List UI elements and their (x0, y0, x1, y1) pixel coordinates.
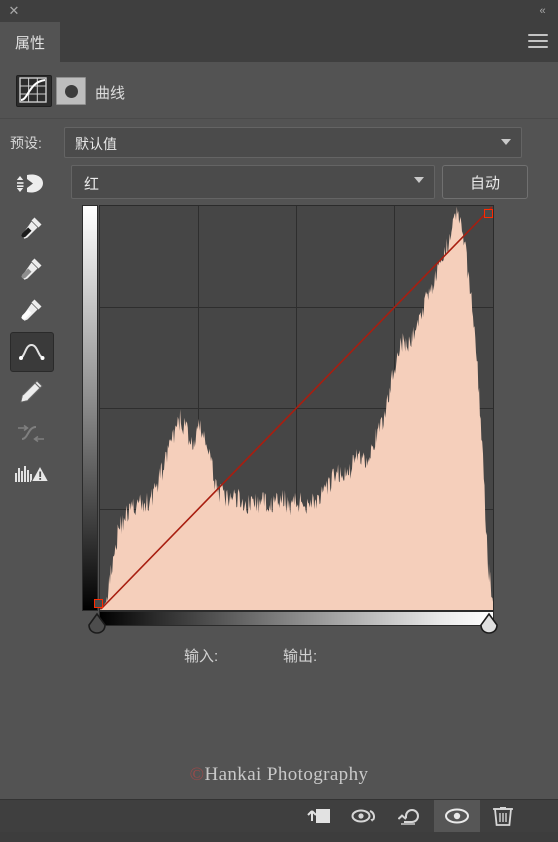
curves-graph[interactable] (82, 205, 494, 611)
white-input-handle[interactable] (479, 612, 499, 634)
pencil-draw-tool[interactable] (10, 373, 52, 411)
white-point-eyedropper[interactable] (10, 291, 52, 329)
curves-grid[interactable] (99, 205, 494, 611)
smooth-curve-tool[interactable] (10, 414, 52, 452)
channel-value: 红 (84, 176, 100, 193)
gray-point-eyedropper[interactable] (10, 250, 52, 288)
preset-label: 预设: (10, 135, 42, 151)
view-previous-state-button[interactable] (342, 800, 388, 832)
preset-value: 默认值 (75, 136, 117, 152)
input-label: 输入: (184, 648, 219, 665)
reset-adjustment-button[interactable] (388, 800, 434, 832)
black-point-eyedropper[interactable] (10, 209, 52, 247)
channel-dropdown[interactable]: 红 (71, 165, 435, 199)
black-input-handle[interactable] (87, 612, 107, 634)
layer-mask-icon[interactable] (56, 77, 86, 105)
watermark-text: Hankai Photography (204, 764, 369, 785)
tab-properties[interactable]: 属性 (0, 22, 60, 62)
tone-curve-line (100, 206, 493, 610)
auto-button[interactable]: 自动 (442, 165, 528, 199)
output-gradient-ramp (82, 205, 98, 611)
adjustment-header: 曲线 (0, 62, 558, 119)
delete-adjustment-button[interactable] (480, 800, 526, 832)
input-output-row: 输入: 输出: (0, 645, 558, 671)
curve-control-point-black[interactable] (94, 599, 103, 608)
channel-row: 红 自动 (0, 165, 558, 199)
watermark: ©Hankai Photography (0, 764, 558, 786)
preset-dropdown[interactable]: 默认值 (64, 127, 522, 158)
close-icon[interactable]: ✕ (6, 3, 22, 19)
adjustment-bottom-toolbar (0, 799, 558, 832)
curve-point-tool[interactable] (10, 332, 54, 372)
panel-titlebar: ✕ « (0, 0, 558, 22)
panel-menu-icon[interactable] (528, 34, 548, 50)
panel-tabstrip: 属性 (0, 22, 558, 63)
curve-control-point-white[interactable] (484, 209, 493, 218)
output-label: 输出: (283, 648, 318, 665)
chevron-down-icon (501, 139, 511, 145)
collapse-panel-icon[interactable]: « (534, 3, 550, 19)
adjustment-title: 曲线 (95, 85, 126, 102)
properties-panel: ✕ « 属性 曲线 预设: 默认值 红 自动 输入: 输出: ©Hankai P… (0, 0, 558, 842)
input-gradient-ramp (99, 611, 494, 626)
preset-row: 预设: 默认值 (0, 127, 558, 159)
clipping-warning-toggle[interactable] (10, 455, 56, 493)
chevron-down-icon (414, 177, 424, 183)
curves-adjustment-icon[interactable] (16, 75, 52, 107)
curves-tool-column (10, 165, 56, 482)
on-image-adjustment-tool[interactable] (10, 165, 52, 203)
panel-footer (0, 832, 558, 842)
copyright-symbol: © (189, 764, 205, 785)
toggle-visibility-button[interactable] (434, 800, 480, 832)
clip-to-layer-button[interactable] (296, 800, 342, 832)
